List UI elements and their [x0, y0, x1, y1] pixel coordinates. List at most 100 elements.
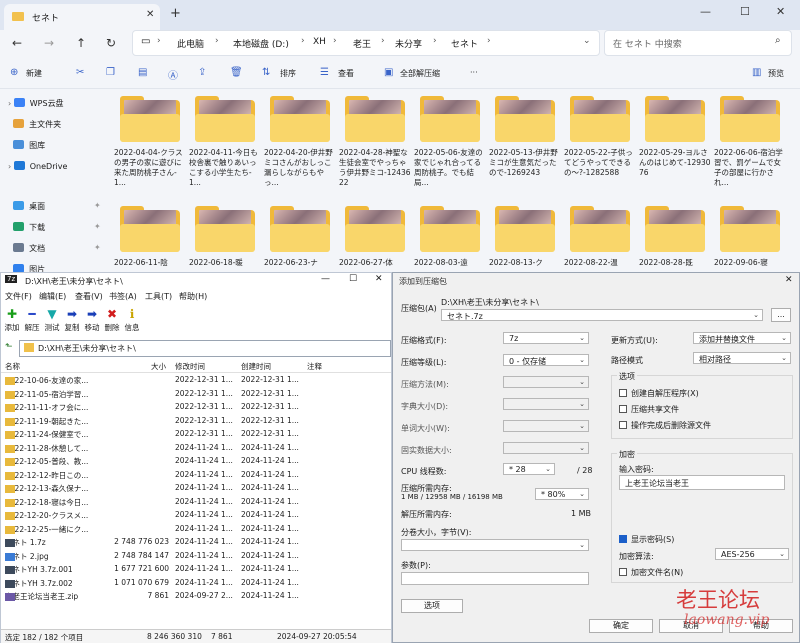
maximize-icon[interactable]: ☐ [349, 274, 357, 284]
format-select[interactable]: 7z ⌄ [503, 332, 589, 344]
col-comment[interactable]: 注释 [307, 361, 322, 372]
folder-name[interactable]: 2022-04-11-今日も校舎裏で触りあいっこする小学生たち-1... [189, 148, 261, 188]
table-row[interactable]: 2022-11-11-オフ会に... 2022-12-31 1... 2022-12… [1, 400, 391, 413]
table-row[interactable]: 2022-12-05-普段、教... 2024-11-24 1... 2024-11… [1, 454, 391, 467]
folder-name[interactable]: 2022-08-13-ク [489, 258, 561, 268]
folder-icon[interactable] [120, 206, 180, 252]
table-row[interactable]: セネト 2.jpg 2 748 784 147 2024-11-24 1... 202… [1, 549, 391, 562]
table-row[interactable]: 2022-11-05-宿泊学習... 2022-12-31 1... 2022-12… [1, 387, 391, 400]
delete-source-checkbox[interactable] [619, 421, 627, 429]
folder-icon[interactable] [720, 206, 780, 252]
table-row[interactable]: 2022-12-13-森久保ナ... 2024-11-24 1... 2024-11… [1, 481, 391, 494]
table-row[interactable]: 2022-12-18-寝は今日... 2024-11-24 1... 2024-11… [1, 495, 391, 508]
folder-icon[interactable] [495, 206, 555, 252]
folder-name[interactable]: 2022-04-04-クラスの男子の家に遊びに来た周防桃子さん-1... [114, 148, 186, 188]
move-button[interactable]: ➡ 移动 [83, 307, 101, 333]
folder-name[interactable]: 2022-06-23-ナ [264, 258, 336, 268]
menu-help[interactable]: 帮助(H) [179, 291, 207, 302]
folder-name[interactable]: 2022-06-27-体 [339, 258, 411, 268]
folder-name[interactable]: 2022-05-29-ヨルさんのはじめて-1293076 [639, 148, 711, 178]
folder-name[interactable]: 2022-08-22-温 [564, 258, 636, 268]
folder-name[interactable]: 2022-06-11-陰 [114, 258, 186, 268]
threads-select[interactable]: * 28 ⌄ [503, 463, 555, 475]
test-button[interactable]: ▼ 测试 [43, 307, 61, 333]
table-row[interactable]: 2022-11-24-保健室で... 2022-12-31 1... 2022-12… [1, 427, 391, 440]
folder-name[interactable]: 2022-09-06-寝 [714, 258, 786, 268]
fm-path-input[interactable]: D:\XH\老王\未分享\セネト\ [19, 340, 391, 357]
folder-name[interactable]: 2022-06-06-宿泊学習で、罰ゲームで女子の部屋に行かされ... [714, 148, 786, 188]
folder-icon[interactable] [420, 96, 480, 142]
folder-icon[interactable] [270, 206, 330, 252]
folder-name[interactable]: 2022-05-13-伊井野ミコが生意気だったので-1269243 [489, 148, 561, 178]
memory-select[interactable]: * 80% ⌄ [535, 488, 589, 500]
minimize-icon[interactable]: — [321, 274, 330, 284]
menu-file[interactable]: 文件(F) [5, 291, 32, 302]
folder-name[interactable]: 2022-06-18-暖 [189, 258, 261, 268]
table-row[interactable]: セネトYH 3.7z.001 1 677 721 600 2024-11-24 1.… [1, 562, 391, 575]
solid-select[interactable]: ⌄ [503, 442, 589, 454]
word-select[interactable]: ⌄ [503, 420, 589, 432]
folder-name[interactable]: 2022-05-06-友達の家でじゃれ合ってる周防桃子。でも結局... [414, 148, 486, 188]
folder-icon[interactable] [420, 206, 480, 252]
col-size[interactable]: 大小 [151, 361, 166, 372]
folder-icon[interactable] [270, 96, 330, 142]
copy-button[interactable]: ➡ 复制 [63, 307, 81, 333]
folder-icon[interactable] [495, 96, 555, 142]
folder-name[interactable]: 2022-04-20-伊井野ミコさんがおしっこ漏らしながらもやっ... [264, 148, 336, 188]
folder-icon[interactable] [645, 206, 705, 252]
method-select[interactable]: ⌄ [503, 376, 589, 388]
close-window-icon[interactable]: ✕ [375, 274, 383, 284]
info-button[interactable]: ℹ 信息 [123, 307, 141, 333]
ok-button[interactable]: 确定 [589, 619, 653, 633]
folder-icon[interactable] [345, 206, 405, 252]
delete-button[interactable]: ✖ 删除 [103, 307, 121, 333]
update-select[interactable]: 添加并替换文件 ⌄ [693, 332, 791, 344]
extract-button[interactable]: ━ 解压 [23, 307, 41, 333]
folder-icon[interactable] [570, 206, 630, 252]
dict-select[interactable]: ⌄ [503, 398, 589, 410]
shared-files-checkbox[interactable] [619, 405, 627, 413]
col-name[interactable]: 名称 [5, 361, 20, 372]
folder-icon[interactable] [645, 96, 705, 142]
folder-icon[interactable] [570, 96, 630, 142]
col-created[interactable]: 创建时间 [241, 361, 271, 372]
up-folder-icon[interactable]: ⬑ [5, 342, 13, 352]
table-row[interactable]: セネト 1.7z 2 748 776 023 2024-11-24 1... 2024… [1, 535, 391, 548]
col-modified[interactable]: 修改时间 [175, 361, 205, 372]
options-button[interactable]: 选项 [401, 599, 463, 613]
table-row[interactable]: 2022-12-25-一緒にク... 2024-11-24 1... 2024-11… [1, 522, 391, 535]
table-row[interactable]: 2022-11-28-休憩して... 2024-11-24 1... 2024-11… [1, 441, 391, 454]
level-select[interactable]: 0 - 仅存储 ⌄ [503, 354, 589, 366]
folder-icon[interactable] [120, 96, 180, 142]
folder-icon[interactable] [195, 206, 255, 252]
folder-name[interactable]: 2022-05-22-子供ってどうやってできるの～?-1282588 [564, 148, 636, 178]
table-row[interactable]: 2022-10-06-友達の家... 2022-12-31 1... 2022-12… [1, 373, 391, 386]
folder-icon[interactable] [345, 96, 405, 142]
menu-tools[interactable]: 工具(T) [145, 291, 172, 302]
encrypt-names-checkbox[interactable] [619, 568, 627, 576]
folder-name[interactable]: 2022-08-28-既 [639, 258, 711, 268]
table-row[interactable]: 2022-12-12-昨日この... 2024-11-24 1... 2024-11… [1, 468, 391, 481]
folder-name[interactable]: 2022-04-28-神聖な生徒会室でやっちゃう伊井野ミコ-1243622 [339, 148, 411, 188]
menu-bookmarks[interactable]: 书签(A) [109, 291, 137, 302]
close-dialog-icon[interactable]: ✕ [785, 275, 793, 285]
add-button[interactable]: ✚ 添加 [3, 307, 21, 333]
split-combo[interactable]: ⌄ [401, 539, 589, 551]
table-row[interactable]: セネトYH 3.7z.002 1 071 070 679 2024-11-24 1.… [1, 576, 391, 589]
sfx-checkbox[interactable] [619, 389, 627, 397]
archive-name-combo[interactable]: セネト.7z ⌄ [441, 309, 763, 321]
menu-view[interactable]: 查看(V) [75, 291, 103, 302]
table-row[interactable]: 2022-11-19-朝起きた... 2022-12-31 1... 2022-12… [1, 414, 391, 427]
table-row[interactable]: 上老王论坛当老王.zip 7 861 2024-09-27 2... 2024-11-… [1, 589, 391, 602]
table-row[interactable]: 2022-12-20-クラスメ... 2024-11-24 1... 2024-11… [1, 508, 391, 521]
show-password-checkbox[interactable] [619, 535, 627, 543]
path-mode-select[interactable]: 相对路径 ⌄ [693, 352, 791, 364]
enc-method-select[interactable]: AES-256 ⌄ [715, 548, 789, 560]
folder-name[interactable]: 2022-08-03-遠 [414, 258, 486, 268]
password-input[interactable]: 上老王论坛当老王 [619, 475, 785, 490]
browse-button[interactable]: ... [771, 308, 791, 322]
folder-icon[interactable] [195, 96, 255, 142]
folder-icon[interactable] [720, 96, 780, 142]
params-input[interactable] [401, 572, 589, 585]
menu-edit[interactable]: 编辑(E) [39, 291, 66, 302]
